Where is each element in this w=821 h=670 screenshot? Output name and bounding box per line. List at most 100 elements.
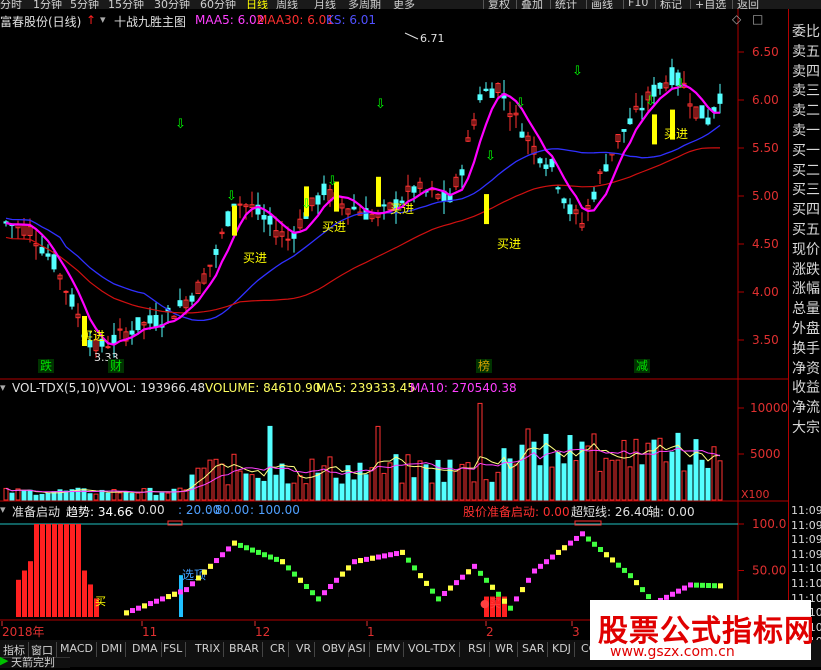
- ind-wave-block: [250, 547, 255, 553]
- volume-bar: [525, 428, 531, 501]
- diamond-icon[interactable]: ◇: [732, 12, 741, 26]
- vol-indicator-name[interactable]: VOL-TDX(5,10): [12, 381, 100, 395]
- price-tick-label: 3.50: [752, 333, 779, 347]
- ind-wave-block: [136, 605, 141, 611]
- ind-wave-block: [442, 590, 447, 596]
- toolbar-button-7[interactable]: 返回: [737, 0, 759, 9]
- period-tab-1[interactable]: 1分钟: [33, 0, 62, 9]
- candle-body: [543, 164, 549, 169]
- launch-label: 股价准备启动: 0.00: [463, 505, 570, 519]
- period-tab-8[interactable]: 月线: [314, 0, 336, 9]
- ind-wave-block: [562, 545, 567, 551]
- toolbar-button-3[interactable]: 画线: [591, 0, 613, 9]
- window-toggle-icon[interactable]: □: [752, 12, 763, 26]
- down-arrow-icon: ⇩: [375, 97, 386, 112]
- volume-bar: [405, 454, 411, 501]
- toolbar-button-5[interactable]: 标记: [660, 0, 682, 9]
- volume-bar: [681, 470, 687, 501]
- volume-bar: [195, 467, 201, 501]
- candle-body: [63, 290, 69, 293]
- candle-body: [153, 314, 159, 328]
- period-tab-0[interactable]: 分时: [0, 0, 22, 9]
- toolbar-button-0[interactable]: 复权: [488, 0, 510, 9]
- date-label: 1: [367, 625, 375, 639]
- period-tab-3[interactable]: 15分钟: [108, 0, 144, 9]
- ind-wave-block: [238, 542, 243, 548]
- event-tag-tag_die: 跌: [40, 358, 52, 373]
- dropdown-circle-icon[interactable]: ▾: [100, 13, 106, 26]
- toolbar-button-1[interactable]: 叠加: [521, 0, 543, 9]
- indicator-tab-0[interactable]: 指标: [0, 642, 29, 657]
- indicator-tab-9[interactable]: VR: [293, 642, 316, 657]
- candle-body: [603, 164, 609, 172]
- ind-dropdown-icon[interactable]: ▾: [0, 503, 6, 516]
- vol-dropdown-icon[interactable]: ▾: [0, 381, 6, 394]
- quote-field-16: 换手: [792, 340, 820, 357]
- period-tab-9[interactable]: 多周期: [348, 0, 381, 9]
- indicator-tab-15[interactable]: WR: [492, 642, 518, 657]
- indicator-tab-11[interactable]: ASI: [345, 642, 370, 657]
- ind-wave-block: [214, 558, 219, 564]
- volume-bar: [705, 467, 711, 501]
- ind-wave-block: [508, 605, 513, 611]
- volume-bar: [219, 463, 225, 501]
- ind-wave-block: [184, 587, 189, 593]
- toolbar-button-2[interactable]: 统计: [555, 0, 577, 9]
- indicator-tab-13[interactable]: VOL-TDX: [405, 642, 460, 657]
- tick-time-1: 11:09: [791, 518, 821, 532]
- indicator-tab-3[interactable]: DMI: [98, 642, 127, 657]
- indicator-tab-2[interactable]: MACD: [57, 642, 97, 657]
- indicator-tab-7[interactable]: BRAR: [226, 642, 263, 657]
- indicator-tab-6[interactable]: TRIX: [192, 642, 225, 657]
- down-arrow-icon: ⇩: [301, 197, 312, 212]
- buy-signal-bar: [484, 194, 489, 225]
- ind-wave-block: [520, 587, 525, 593]
- indicator-tab-8[interactable]: CR: [267, 642, 290, 657]
- indicator-tab-14[interactable]: RSI: [465, 642, 490, 657]
- period-tab-6[interactable]: 日线: [246, 0, 268, 9]
- ind-wave-block: [358, 558, 363, 564]
- down-arrow-icon: ⇩: [675, 77, 686, 92]
- indicator-tab-12[interactable]: EMV: [373, 642, 404, 657]
- period-tab-10[interactable]: 更多: [393, 0, 415, 9]
- indicator-name[interactable]: 十战九胜主图: [114, 13, 186, 30]
- volume-bar: [351, 479, 357, 501]
- tick-time-2: 11:09: [791, 533, 821, 547]
- ind-wave-block: [370, 555, 375, 561]
- period-tab-7[interactable]: 周线: [276, 0, 298, 9]
- volume-bar: [267, 425, 273, 501]
- ind-wave-block: [586, 536, 591, 542]
- down-arrow-icon: ⇩: [572, 64, 583, 79]
- volume-bar: [411, 477, 417, 501]
- indicator-tab-4[interactable]: DMA: [129, 642, 162, 657]
- period-tab-2[interactable]: 5分钟: [70, 0, 99, 9]
- volume-bar: [93, 493, 99, 501]
- ind-name[interactable]: 准备启动: [12, 503, 60, 520]
- candle-body: [135, 317, 141, 331]
- ind-wave-block: [538, 563, 543, 569]
- ind-wave-block: [514, 596, 519, 602]
- period-tab-4[interactable]: 30分钟: [154, 0, 190, 9]
- period-tab-5[interactable]: 60分钟: [200, 0, 236, 9]
- candle-body: [411, 186, 417, 193]
- indicator-tab-17[interactable]: KDJ: [549, 642, 575, 657]
- indicator-tab-5[interactable]: FSL: [160, 642, 187, 657]
- ind-buy-label: 买: [95, 595, 106, 608]
- toolbar-button-4[interactable]: F10: [628, 0, 648, 9]
- ind-wave-block: [322, 590, 327, 596]
- toolbar-button-6[interactable]: +自选: [695, 0, 726, 9]
- volume-bar: [693, 439, 699, 501]
- watermark-url: www.gszx.com.cn: [610, 644, 735, 660]
- indicator-tab-1[interactable]: 窗口: [28, 642, 57, 657]
- chart-canvas[interactable]: 买进买进买进买进买进买进⇩⇩⇩⇩⇩⇩⇩⇩⇩⇩6.713.33跌财榜减 选顶买 ●买…: [0, 9, 788, 640]
- volume-bar: [549, 466, 555, 501]
- ind-wave-block: [676, 588, 681, 594]
- candle-body: [477, 94, 483, 101]
- quote-field-5: 卖一: [792, 123, 820, 139]
- buy-signal-bar: [652, 114, 657, 145]
- ind-wave-block: [406, 557, 411, 563]
- ind-wave-block: [526, 577, 531, 583]
- trend-label: 趋势: 34.66: [66, 505, 133, 519]
- indicator-tab-16[interactable]: SAR: [519, 642, 549, 657]
- volume-bar: [369, 467, 375, 501]
